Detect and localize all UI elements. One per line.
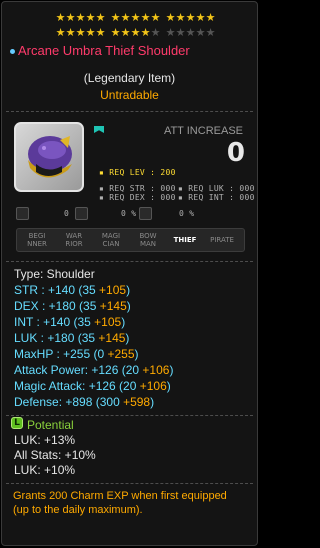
stat-maxhp-base: MaxHP : +255 (0 <box>14 347 108 361</box>
stat-defense-base: Defense: +898 (300 <box>14 395 124 409</box>
item-tooltip: ★ ★ ★ ★ ★ ★ ★ ★ ★ ★ ★ ★ ★ ★ ★ ★ ★ ★ ★ ★ ★ ★ ★ ★ ★ ★ ★ ★ ★ ★ Arcane U… <box>1 1 258 546</box>
stat-dex-base: DEX : +180 (35 <box>14 299 100 313</box>
charm-exp-line-1: Grants 200 Charm EXP when first equipped <box>13 490 227 502</box>
potential-line-1: LUK: +13% <box>14 433 76 447</box>
item-icon-frame <box>14 122 84 192</box>
potential-line-3: LUK: +10% <box>14 463 76 477</box>
stat-int: INT : +140 (35 +105) <box>14 315 125 329</box>
job-bowman: BOW MAN <box>139 232 157 248</box>
stat-maxhp-close: ) <box>134 347 139 361</box>
bullet-icon: ▪ <box>178 184 189 193</box>
stat-magic-close: ) <box>166 379 171 393</box>
stat-str: STR : +140 (35 +105) <box>14 283 130 297</box>
bookmark-icon <box>94 126 104 133</box>
trade-status: Untradable <box>100 88 159 102</box>
stat-str-close: ) <box>126 283 131 297</box>
stat-luk-close: ) <box>125 331 130 345</box>
stat-maxhp-bonus: +255 <box>107 347 135 361</box>
potential-title: Potential <box>27 418 74 432</box>
divider <box>6 261 253 262</box>
req-level: ▪ REQ LEV : 200 <box>99 168 176 178</box>
stat-magic: Magic Attack: +126 (20 +106) <box>14 379 171 393</box>
stat-int-base: INT : +140 (35 <box>14 315 95 329</box>
bullet-icon: ▪ <box>178 193 189 202</box>
beginner-icon <box>16 207 29 220</box>
charm-exp-line-2: (up to the daily maximum). <box>13 504 143 516</box>
bullet-icon: ▪ <box>99 193 110 202</box>
bullet-icon: ▪ <box>99 168 110 177</box>
stat-attack-bonus: +106 <box>142 363 170 377</box>
stat-str-base: STR : +140 (35 <box>14 283 100 297</box>
stat-str-bonus: +105 <box>99 283 127 297</box>
stat-dex: DEX : +180 (35 +145) <box>14 299 131 313</box>
job-thief: THIEF <box>173 236 197 244</box>
item-grade: (Legendary Item) <box>83 71 176 85</box>
potential-line-2: All Stats: +10% <box>14 448 96 462</box>
stat-maxhp: MaxHP : +255 (0 +255) <box>14 347 139 361</box>
divider <box>6 415 253 416</box>
stat-attack: Attack Power: +126 (20 +106) <box>14 363 173 377</box>
bullet-icon <box>10 49 15 54</box>
job-warrior: WAR RIOR <box>65 232 83 248</box>
small-value-1: 0 <box>64 209 70 218</box>
att-increase-value: 0 <box>226 138 245 168</box>
stat-luk-bonus: +145 <box>98 331 126 345</box>
stat-dex-close: ) <box>126 299 131 313</box>
star-force-row-2: ★ ★ ★ ★ ★ ★ ★ ★ ★ ★ ★ ★ ★ ★ ★ <box>2 28 257 40</box>
stat-magic-bonus: +106 <box>139 379 167 393</box>
legendary-potential-icon: L <box>11 417 23 429</box>
job-beginner: BEGI NNER <box>27 232 47 248</box>
stat-attack-base: Attack Power: +126 (20 <box>14 363 143 377</box>
star-filled-icon: ★ <box>95 27 106 39</box>
req-dex-text: REQ DEX : 000 <box>109 193 176 202</box>
small-value-2: 0 % <box>121 209 137 218</box>
stat-magic-base: Magic Attack: +126 (20 <box>14 379 140 393</box>
stat-luk: LUK : +180 (35 +145) <box>14 331 129 345</box>
defense-icon <box>139 207 152 220</box>
stat-defense: Defense: +898 (300 +598) <box>14 395 154 409</box>
req-int: ▪ REQ INT : 000 <box>178 193 255 203</box>
job-pirate: PIRATE <box>210 236 234 244</box>
divider <box>6 111 253 112</box>
stat-attack-close: ) <box>169 363 174 377</box>
req-int-text: REQ INT : 000 <box>188 193 255 202</box>
req-luk-text: REQ LUK : 000 <box>188 184 255 193</box>
stat-dex-bonus: +145 <box>99 299 127 313</box>
stat-luk-base: LUK : +180 (35 <box>14 331 99 345</box>
req-str-text: REQ STR : 000 <box>109 184 176 193</box>
item-type: Type: Shoulder <box>14 267 95 281</box>
small-value-3: 0 % <box>179 209 195 218</box>
req-dex: ▪ REQ DEX : 000 <box>99 193 176 203</box>
job-magician: MAGI CIAN <box>101 232 121 248</box>
upgrade-icon <box>75 207 88 220</box>
star-force-row-1: ★ ★ ★ ★ ★ ★ ★ ★ ★ ★ ★ ★ ★ ★ ★ <box>2 13 257 25</box>
shoulder-armor-icon <box>28 136 72 178</box>
att-increase-label: ATT INCREASE <box>163 125 243 137</box>
star-filled-icon: ★ <box>95 12 106 24</box>
star-empty-icon: ★ <box>150 27 161 39</box>
stat-defense-bonus: +598 <box>123 395 151 409</box>
req-level-text: REQ LEV : 200 <box>109 168 176 177</box>
item-name: Arcane Umbra Thief Shoulder <box>18 43 190 58</box>
stat-int-bonus: +105 <box>94 315 122 329</box>
bullet-icon: ▪ <box>99 184 110 193</box>
stat-defense-close: ) <box>150 395 155 409</box>
star-empty-icon: ★ <box>205 27 216 39</box>
star-filled-icon: ★ <box>150 12 161 24</box>
stat-int-close: ) <box>121 315 126 329</box>
star-filled-icon: ★ <box>205 12 216 24</box>
divider <box>6 483 253 484</box>
